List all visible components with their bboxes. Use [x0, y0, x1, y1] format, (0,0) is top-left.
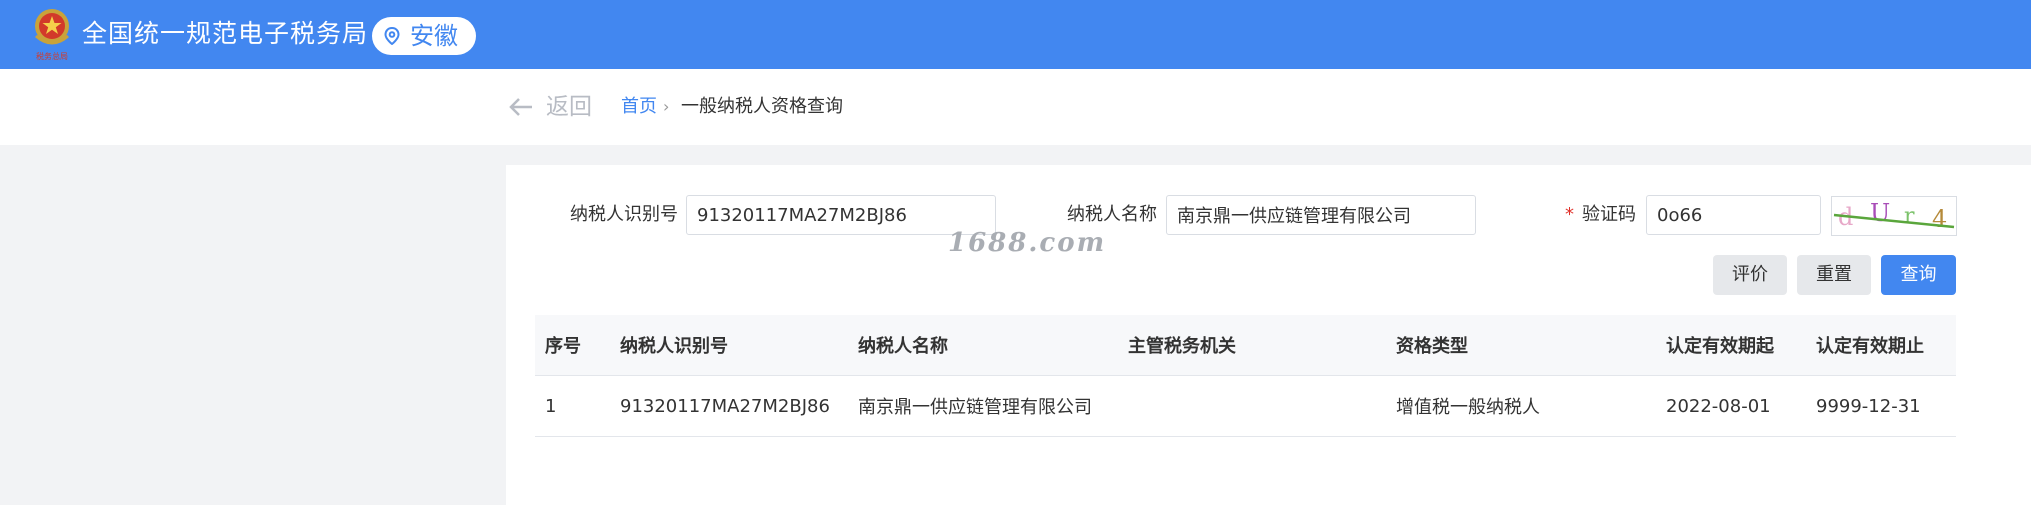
- col-header-tax-authority: 主管税务机关: [1118, 315, 1386, 376]
- result-table: 序号 纳税人识别号 纳税人名称 主管税务机关 资格类型 认定有效期起 认定有效期…: [535, 315, 1956, 437]
- cell-valid-to: 9999-12-31: [1806, 375, 1956, 437]
- cell-qualification-type: 增值税一般纳税人: [1386, 375, 1656, 437]
- col-header-taxpayer-id: 纳税人识别号: [610, 315, 848, 376]
- top-header: 税务总局 全国统一规范电子税务局 安徽: [0, 0, 2031, 69]
- captcha-label-text: 验证码: [1582, 204, 1636, 225]
- captcha-char-2: U: [1870, 199, 1890, 227]
- required-asterisk: *: [1565, 204, 1574, 225]
- captcha-char-4: 4: [1932, 205, 1947, 233]
- captcha-graphic: d U r 4: [1833, 199, 1955, 233]
- cell-tax-authority: [1118, 375, 1386, 437]
- captcha-input[interactable]: [1646, 195, 1821, 235]
- col-header-taxpayer-name: 纳税人名称: [848, 315, 1118, 376]
- breadcrumb-current: 一般纳税人资格查询: [681, 96, 843, 117]
- taxpayer-id-label: 纳税人识别号: [570, 204, 678, 225]
- region-selector[interactable]: 安徽: [372, 17, 476, 55]
- breadcrumb-home-link[interactable]: 首页: [621, 69, 657, 145]
- taxpayer-name-input[interactable]: [1166, 195, 1476, 235]
- reset-button[interactable]: 重置: [1797, 255, 1871, 295]
- table-header-row: 序号 纳税人识别号 纳税人名称 主管税务机关 资格类型 认定有效期起 认定有效期…: [535, 315, 1956, 376]
- col-header-qualification-type: 资格类型: [1386, 315, 1656, 376]
- cell-taxpayer-name: 南京鼎一供应链管理有限公司: [848, 375, 1118, 437]
- svg-text:税务总局: 税务总局: [36, 51, 68, 61]
- query-button[interactable]: 查询: [1881, 255, 1956, 295]
- arrow-left-icon: [509, 98, 532, 116]
- region-label: 安徽: [410, 22, 458, 50]
- site-title: 全国统一规范电子税务局: [82, 19, 369, 48]
- col-header-valid-to: 认定有效期止: [1806, 315, 1956, 376]
- col-header-index: 序号: [535, 315, 610, 376]
- breadcrumb-separator: ›: [663, 97, 670, 116]
- back-label: 返回: [546, 94, 592, 120]
- cell-taxpayer-id: 91320117MA27M2BJ86: [610, 375, 848, 437]
- tax-emblem-icon: 税务总局: [35, 9, 69, 61]
- col-header-valid-from: 认定有效期起: [1656, 315, 1806, 376]
- cell-valid-from: 2022-08-01: [1656, 375, 1806, 437]
- back-button[interactable]: 返回: [508, 69, 592, 145]
- table-row: 1 91320117MA27M2BJ86 南京鼎一供应链管理有限公司 增值税一般…: [535, 375, 1956, 437]
- rate-button[interactable]: 评价: [1713, 255, 1787, 295]
- nav-bar: 返回 首页 › 一般纳税人资格查询: [0, 69, 2031, 145]
- cell-index: 1: [535, 375, 610, 437]
- watermark: 1688.com: [948, 228, 1107, 258]
- location-pin-icon: [384, 27, 400, 45]
- captcha-label: * 验证码: [1565, 195, 1636, 235]
- captcha-image[interactable]: d U r 4: [1831, 196, 1957, 236]
- captcha-char-3: r: [1904, 204, 1915, 229]
